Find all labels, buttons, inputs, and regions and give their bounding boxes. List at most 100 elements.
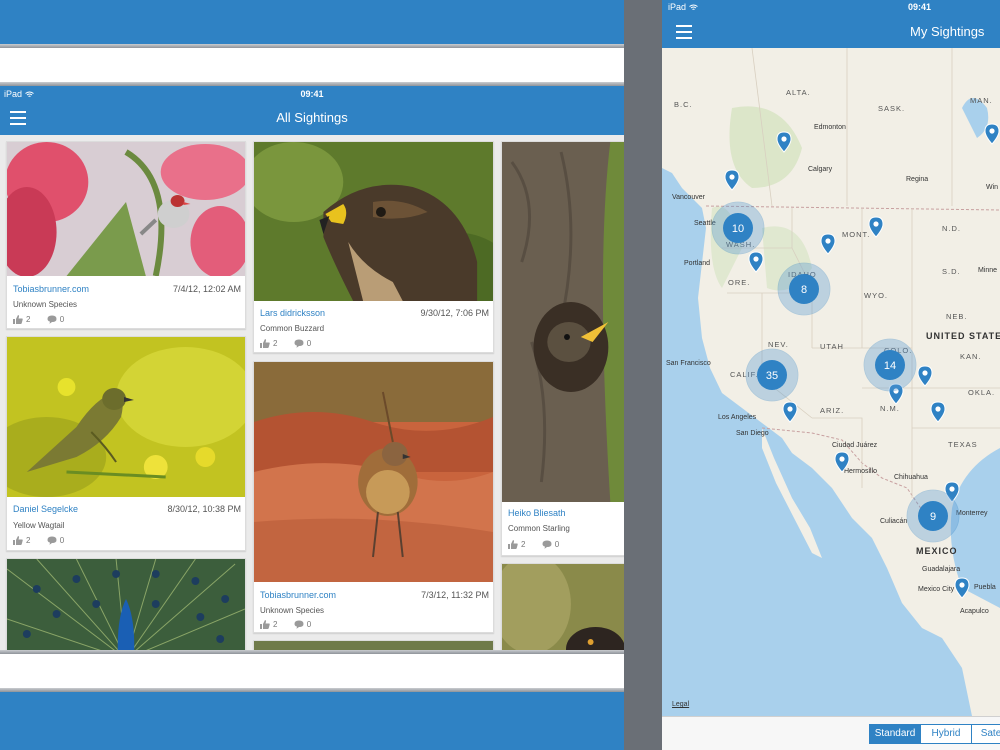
sighting-card[interactable]: Tobiasbrunner.com 7/4/12, 12:02 AM Unkno… bbox=[6, 141, 246, 329]
like-count: 2 bbox=[26, 315, 31, 324]
sighting-stats: 2 0 bbox=[260, 620, 325, 630]
sighting-species: Common Starling bbox=[508, 524, 570, 533]
thumbs-up-icon[interactable] bbox=[13, 315, 23, 325]
background-band-bottom bbox=[0, 692, 624, 750]
sighting-author[interactable]: Heiko Bliesath bbox=[508, 508, 566, 518]
status-bar: iPad 09:41 bbox=[662, 0, 1000, 14]
bird-photo[interactable] bbox=[502, 142, 624, 502]
right-ipad: iPad 09:41 My Sightings B.C. ALTA. SASK.… bbox=[662, 0, 1000, 750]
sighting-card[interactable]: Lars didricksson 9/30/12, 7:06 PM Common… bbox=[253, 141, 494, 353]
two-ipad-composite: iPad 09:41 All Sightings Tobiasbrunner.c… bbox=[0, 0, 1000, 750]
sighting-date: 9/30/12, 7:06 PM bbox=[420, 308, 489, 318]
comment-count: 0 bbox=[59, 536, 65, 545]
status-time: 09:41 bbox=[300, 89, 324, 99]
comment-count: 0 bbox=[554, 540, 560, 549]
map-pin-icon[interactable] bbox=[782, 401, 798, 423]
sighting-card[interactable]: Tobiasbrunner.com 7/3/12, 11:32 PM Unkno… bbox=[253, 361, 494, 633]
like-count: 2 bbox=[521, 540, 526, 549]
page-title: All Sightings bbox=[276, 110, 348, 125]
thumbs-up-icon[interactable] bbox=[260, 620, 270, 630]
like-count: 2 bbox=[273, 620, 278, 629]
wifi-icon bbox=[688, 4, 698, 11]
sighting-species: Unknown Species bbox=[260, 606, 325, 615]
cluster-count: 9 bbox=[930, 511, 936, 523]
status-bar: iPad 09:41 bbox=[0, 86, 624, 102]
map-pin-icon[interactable] bbox=[917, 365, 933, 387]
thumbs-up-icon[interactable] bbox=[13, 536, 23, 546]
comment-icon[interactable] bbox=[47, 536, 57, 546]
map-pin-icon[interactable] bbox=[776, 131, 792, 153]
cluster-count: 35 bbox=[766, 370, 778, 382]
bird-photo[interactable] bbox=[254, 362, 493, 582]
map-type-toolbar: Standard Hybrid Sate bbox=[662, 716, 1000, 750]
legal-link[interactable]: Legal bbox=[672, 701, 689, 708]
sighting-card[interactable]: Daniel Segelcke 8/30/12, 10:38 PM Yellow… bbox=[6, 336, 246, 551]
like-count: 2 bbox=[26, 536, 31, 545]
sighting-card[interactable] bbox=[501, 563, 624, 650]
bird-photo[interactable] bbox=[7, 142, 245, 276]
cluster-count: 14 bbox=[884, 360, 896, 372]
comment-icon[interactable] bbox=[542, 540, 552, 550]
background-band-top bbox=[0, 0, 624, 44]
sighting-author[interactable]: Daniel Segelcke bbox=[13, 504, 78, 514]
thumbs-up-icon[interactable] bbox=[508, 540, 518, 550]
status-time: 09:41 bbox=[908, 2, 932, 12]
thumbs-up-icon[interactable] bbox=[260, 339, 270, 349]
map-type-satellite[interactable]: Sate bbox=[971, 724, 1000, 744]
bird-photo[interactable] bbox=[7, 337, 245, 497]
nav-bar: All Sightings bbox=[0, 102, 624, 135]
map-pin-icon[interactable] bbox=[984, 123, 1000, 145]
map-type-standard[interactable]: Standard bbox=[869, 724, 921, 744]
bird-photo[interactable] bbox=[502, 564, 624, 650]
map-pin-icon[interactable] bbox=[834, 451, 850, 473]
nav-bar: My Sightings bbox=[662, 14, 1000, 48]
map-pin-icon[interactable] bbox=[930, 401, 946, 423]
cluster-marker[interactable]: 8 bbox=[777, 262, 831, 316]
all-sightings-screen: iPad 09:41 All Sightings Tobiasbrunner.c… bbox=[0, 86, 624, 650]
sighting-date: 7/4/12, 12:02 AM bbox=[172, 284, 241, 294]
map-pin-icon[interactable] bbox=[868, 216, 884, 238]
sightings-map[interactable]: B.C. ALTA. SASK. MAN. WASH. MONT. N.D. I… bbox=[662, 48, 1000, 716]
comment-count: 0 bbox=[59, 315, 65, 324]
map-pin-icon[interactable] bbox=[820, 233, 836, 255]
map-type-hybrid[interactable]: Hybrid bbox=[920, 724, 972, 744]
bird-photo[interactable] bbox=[7, 559, 245, 650]
sighting-stats: 2 0 bbox=[13, 315, 78, 325]
sighting-author[interactable]: Tobiasbrunner.com bbox=[260, 590, 336, 600]
status-device: iPad bbox=[668, 2, 698, 12]
sighting-stats: 2 0 bbox=[508, 540, 573, 550]
sighting-stats: 2 0 bbox=[260, 339, 325, 349]
cluster-count: 8 bbox=[801, 284, 807, 296]
comment-count: 0 bbox=[306, 620, 312, 629]
map-pin-icon[interactable] bbox=[724, 169, 740, 191]
sighting-author[interactable]: Lars didricksson bbox=[260, 308, 325, 318]
sighting-card[interactable] bbox=[6, 558, 246, 650]
map-pin-icon[interactable] bbox=[748, 251, 764, 273]
cluster-count: 10 bbox=[732, 223, 744, 235]
sighting-date: 7/3/12, 11:32 PM bbox=[421, 590, 489, 600]
sighting-author[interactable]: Tobiasbrunner.com bbox=[13, 284, 89, 294]
map-overlay: 10 8 35 14 9 bbox=[711, 123, 1000, 599]
page-title: My Sightings bbox=[910, 24, 985, 39]
cluster-marker[interactable]: 35 bbox=[745, 348, 799, 402]
cluster-marker[interactable]: 10 bbox=[711, 201, 765, 255]
sighting-card[interactable]: Heiko Bliesath Common Starling 2 0 bbox=[501, 141, 624, 556]
white-strip bbox=[0, 48, 624, 82]
cluster-marker[interactable]: 9 bbox=[906, 489, 960, 543]
white-strip bbox=[0, 654, 624, 688]
menu-icon[interactable] bbox=[676, 25, 692, 39]
sighting-species: Unknown Species bbox=[13, 300, 78, 309]
sighting-card[interactable] bbox=[253, 640, 494, 650]
bird-photo[interactable] bbox=[254, 641, 493, 650]
sighting-date: 8/30/12, 10:38 PM bbox=[167, 504, 241, 514]
like-count: 2 bbox=[273, 339, 278, 348]
comment-icon[interactable] bbox=[47, 315, 57, 325]
comment-icon[interactable] bbox=[294, 620, 304, 630]
bird-photo[interactable] bbox=[254, 142, 493, 301]
sighting-stats: 2 0 bbox=[13, 536, 78, 546]
cluster-marker[interactable]: 14 bbox=[863, 338, 917, 392]
sighting-species: Common Buzzard bbox=[260, 324, 325, 333]
left-ipad: iPad 09:41 All Sightings Tobiasbrunner.c… bbox=[0, 0, 624, 750]
comment-icon[interactable] bbox=[294, 339, 304, 349]
map-pin-icon[interactable] bbox=[954, 577, 970, 599]
